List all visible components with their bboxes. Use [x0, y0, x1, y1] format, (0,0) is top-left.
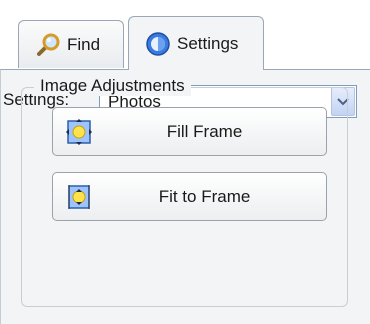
tab-find[interactable]: Find: [18, 20, 124, 68]
tab-settings[interactable]: Settings: [128, 16, 264, 70]
settings-globe-icon: [145, 31, 171, 57]
magnifier-icon: [35, 32, 61, 58]
fill-frame-button[interactable]: Fill Frame: [52, 107, 327, 156]
fill-frame-label: Fill Frame: [166, 121, 243, 141]
group-title: Image Adjustments: [34, 76, 191, 96]
fit-to-frame-label: Fit to Frame: [158, 186, 251, 206]
fit-to-frame-button[interactable]: Fit to Frame: [52, 172, 327, 221]
tab-settings-label: Settings: [177, 33, 239, 53]
tab-bar: Find Settings: [0, 0, 370, 72]
tab-find-label: Find: [67, 34, 101, 54]
